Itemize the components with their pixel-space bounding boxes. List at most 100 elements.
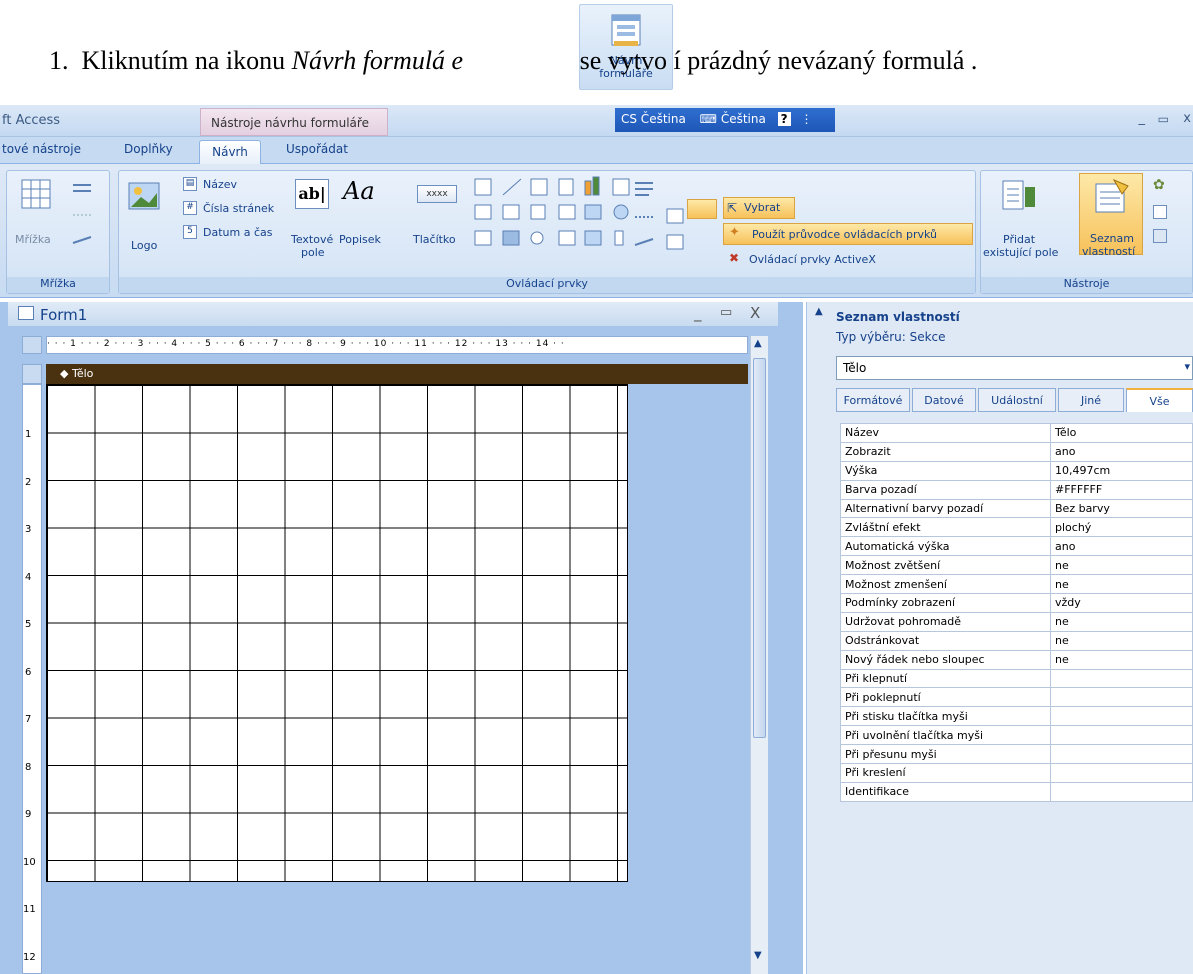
help-icon[interactable]: ?	[777, 112, 791, 126]
langbar-options-icon[interactable]: ⋮	[800, 112, 812, 126]
minimize-button[interactable]: _	[1139, 111, 1146, 126]
tab-database-tools[interactable]: tové nástroje	[2, 142, 81, 156]
property-value[interactable]: ne	[1050, 555, 1193, 576]
property-row[interactable]: Při přesunu myši	[840, 744, 1193, 765]
property-value[interactable]: ano	[1050, 441, 1193, 462]
property-row[interactable]: Udržovat pohromadě ne	[840, 611, 1193, 632]
property-name: Nový řádek nebo sloupec	[840, 649, 1051, 670]
logo-button[interactable]: Logo	[131, 239, 157, 252]
tab-events[interactable]: Událostní	[978, 388, 1056, 412]
form-design-grid[interactable]	[46, 384, 628, 882]
tab-format[interactable]: Formátové	[836, 388, 910, 412]
tab-addins[interactable]: Doplňky	[124, 142, 173, 156]
property-value[interactable]: ne	[1050, 630, 1193, 651]
property-row[interactable]: Zobrazit ano	[840, 441, 1193, 462]
property-value[interactable]	[1050, 781, 1193, 802]
form-close-button[interactable]: X	[750, 304, 760, 322]
subform-icon[interactable]	[1153, 205, 1167, 219]
tab-data[interactable]: Datové	[912, 388, 976, 412]
property-row[interactable]: Odstránkovat ne	[840, 630, 1193, 651]
form-minimize-button[interactable]: _	[694, 304, 702, 322]
ruler-mark-4: 4	[25, 572, 32, 583]
scroll-up-icon[interactable]: ▲	[754, 338, 762, 349]
tab-arrange[interactable]: Uspořádat	[286, 142, 348, 156]
restore-button[interactable]: ▭	[1158, 112, 1169, 126]
property-row[interactable]: Možnost zmenšení ne	[840, 574, 1193, 595]
date-time-button[interactable]: Datum a čas	[203, 226, 272, 239]
property-row[interactable]: Při poklepnutí	[840, 687, 1193, 708]
text-before: Kliknutím na ikonu	[81, 46, 292, 75]
add-existing-fields-button[interactable]: Přidat	[1003, 233, 1035, 246]
title-button[interactable]: Název	[203, 178, 237, 191]
pane-splitter[interactable]: ▲	[806, 302, 832, 974]
property-row[interactable]: Nový řádek nebo sloupec ne	[840, 649, 1193, 670]
line-style-icons[interactable]	[71, 179, 101, 249]
select-label: Vybrat	[744, 201, 781, 214]
property-value[interactable]	[1050, 706, 1193, 727]
property-value[interactable]: Bez barvy	[1050, 498, 1193, 519]
property-sheet-button[interactable]: Seznam vlastností	[1079, 173, 1143, 258]
property-name: Při kreslení	[840, 763, 1051, 783]
scroll-thumb[interactable]	[753, 358, 766, 738]
property-value[interactable]: vždy	[1050, 593, 1193, 613]
scroll-down-icon[interactable]: ▼	[754, 950, 762, 961]
property-row[interactable]: Při klepnutí	[840, 668, 1193, 689]
property-value[interactable]	[1050, 725, 1193, 746]
activex-button[interactable]: Ovládací prvky ActiveX	[749, 253, 876, 266]
property-value[interactable]: ne	[1050, 611, 1193, 632]
property-row[interactable]: Podmínky zobrazení vždy	[840, 593, 1193, 613]
property-row[interactable]: Automatická výška ano	[840, 536, 1193, 557]
lang-cs[interactable]: CS Čeština	[621, 112, 686, 126]
property-value[interactable]	[1050, 744, 1193, 765]
tab-design[interactable]: Návrh	[199, 140, 261, 165]
detail-section-bar[interactable]: ◆ Tělo	[46, 364, 748, 384]
splitter-up-icon[interactable]: ▲	[815, 306, 823, 317]
property-value[interactable]: ne	[1050, 649, 1193, 670]
property-value[interactable]	[1050, 763, 1193, 783]
tab-all[interactable]: Vše	[1126, 388, 1193, 412]
property-row[interactable]: Zvláštní efekt plochý	[840, 517, 1193, 538]
section-name: Tělo	[71, 367, 94, 380]
property-value[interactable]: ne	[1050, 574, 1193, 595]
label-button[interactable]: Popisek	[339, 233, 381, 246]
ruler-mark-3: 3	[25, 524, 32, 535]
property-name: Při uvolnění tlačítka myši	[840, 725, 1051, 746]
property-value[interactable]: ano	[1050, 536, 1193, 557]
property-value[interactable]: 10,497cm	[1050, 460, 1193, 481]
tab-order-icon[interactable]	[1153, 229, 1167, 243]
code-icon[interactable]: ✿	[1153, 177, 1165, 193]
property-row[interactable]: Název Tělo	[840, 423, 1193, 443]
page-numbers-button[interactable]: Čísla stránek	[203, 202, 274, 215]
property-value[interactable]: Tělo	[1050, 423, 1193, 443]
lang-keyboard[interactable]: Čeština	[721, 112, 766, 126]
form-restore-button[interactable]: ▭	[720, 305, 732, 320]
control-style-dropdown[interactable]	[687, 199, 717, 219]
property-row[interactable]: Při uvolnění tlačítka myši	[840, 725, 1193, 746]
property-row[interactable]: Při stisku tlačítka myši	[840, 706, 1193, 727]
property-row[interactable]: Možnost zvětšení ne	[840, 555, 1193, 576]
textbox-button-line2[interactable]: pole	[301, 246, 325, 259]
use-wizards-button[interactable]: Použít průvodce ovládacích prvků	[723, 223, 973, 245]
tab-other[interactable]: Jiné	[1058, 388, 1124, 412]
section-selector[interactable]	[22, 364, 42, 384]
property-row[interactable]: Alternativní barvy pozadí Bez barvy	[840, 498, 1193, 519]
chevron-down-icon[interactable]: ▾	[1184, 360, 1190, 373]
form-selector[interactable]	[22, 336, 42, 354]
property-value[interactable]	[1050, 668, 1193, 689]
close-button[interactable]: x	[1183, 111, 1191, 126]
property-value[interactable]: plochý	[1050, 517, 1193, 538]
line-format-icons[interactable]	[631, 179, 691, 253]
language-bar[interactable]: CS Čeština ⌨ Čeština ? ⋮	[615, 108, 835, 132]
property-value[interactable]	[1050, 687, 1193, 708]
vertical-scrollbar[interactable]: ▲ ▼	[750, 336, 768, 974]
property-row[interactable]: Barva pozadí #FFFFFF	[840, 479, 1193, 500]
property-row[interactable]: Identifikace	[840, 781, 1193, 802]
add-existing-fields-button-line2[interactable]: existující pole	[983, 246, 1058, 259]
grid-label[interactable]: Mřížka	[15, 233, 51, 246]
textbox-button[interactable]: Textové	[291, 233, 333, 246]
property-value[interactable]: #FFFFFF	[1050, 479, 1193, 500]
button-control-button[interactable]: Tlačítko	[413, 233, 456, 246]
property-row[interactable]: Výška 10,497cm	[840, 460, 1193, 481]
object-selector-combo[interactable]: Tělo ▾	[836, 356, 1193, 380]
property-row[interactable]: Při kreslení	[840, 763, 1193, 783]
